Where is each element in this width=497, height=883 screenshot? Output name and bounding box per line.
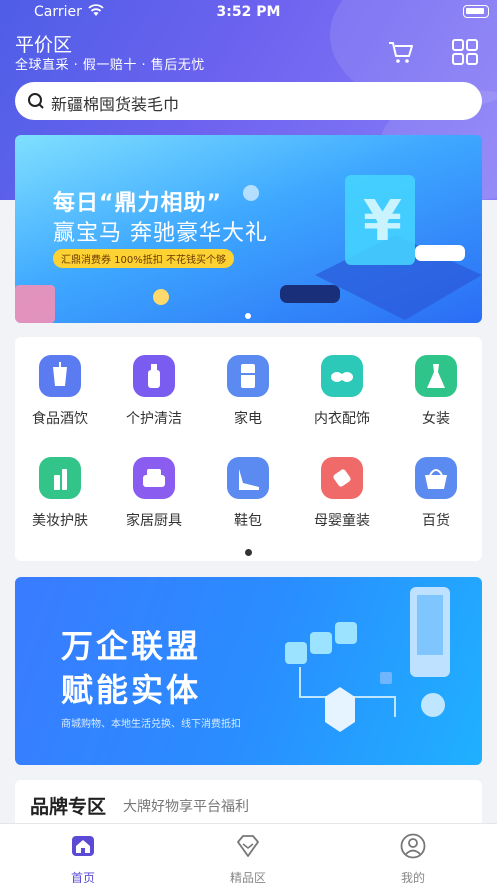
category-item-baby[interactable]: 母婴童装 — [297, 457, 387, 530]
category-item-appliance[interactable]: 家电 — [203, 355, 293, 428]
fridge-icon — [227, 355, 269, 397]
basket-icon — [415, 457, 457, 499]
tab-premium[interactable]: 精品区 — [208, 832, 288, 883]
banner-caption: 商城购物、本地生活兑换、线下消费抵扣 — [61, 719, 241, 730]
category-label: 食品酒饮 — [32, 411, 88, 427]
category-label: 内衣配饰 — [314, 411, 370, 427]
page-subtitle: 全球直采 · 假一赔十 · 售后无忧 — [15, 58, 205, 73]
cup-icon — [39, 355, 81, 397]
category-label: 女装 — [422, 411, 450, 427]
bra-icon — [321, 355, 363, 397]
heel-icon — [227, 457, 269, 499]
category-item-shoes[interactable]: 鞋包 — [203, 457, 293, 530]
banner-subtitle: 赢宝马 奔驰豪华大礼 — [53, 221, 268, 246]
lipstick-icon — [39, 457, 81, 499]
tab-home[interactable]: 首页 — [43, 832, 123, 883]
clock: 3:52 PM — [216, 4, 281, 20]
search-input[interactable]: 新疆棉囤货装毛巾 — [51, 91, 179, 115]
diamond-icon — [237, 835, 259, 857]
category-label: 美妆护肤 — [32, 513, 88, 529]
category-item-beauty[interactable]: 美妆护肤 — [15, 457, 105, 530]
pacifier-icon — [321, 457, 363, 499]
category-label: 个护清洁 — [126, 411, 182, 427]
banner-tag: 汇鼎消费券 100%抵扣 不花钱买个够 — [53, 249, 234, 268]
page-title: 平价区 — [15, 34, 73, 56]
category-label: 家电 — [234, 411, 262, 427]
cart-icon[interactable] — [386, 37, 416, 67]
page-indicator — [245, 549, 252, 556]
battery-icon — [463, 5, 489, 18]
search-icon — [28, 93, 44, 109]
category-item-home[interactable]: 家居厨具 — [109, 457, 199, 530]
status-bar: Carrier 3:52 PM — [0, 0, 497, 26]
dress-icon — [415, 355, 457, 397]
category-label: 家居厨具 — [126, 513, 182, 529]
tab-bar: 首页 精品区 我的 — [0, 823, 497, 883]
grid-menu-icon[interactable] — [450, 37, 480, 67]
category-item-care[interactable]: 个护清洁 — [109, 355, 199, 428]
category-label: 鞋包 — [234, 513, 262, 529]
tab-label: 精品区 — [229, 871, 266, 883]
tab-label: 首页 — [70, 871, 95, 883]
search-bar[interactable]: 新疆棉囤货装毛巾 — [15, 82, 482, 120]
category-item-womenswear[interactable]: 女装 — [391, 355, 481, 428]
home-icon — [72, 836, 94, 856]
category-item-food[interactable]: 食品酒饮 — [15, 355, 105, 428]
banner-title: 万企联盟 — [61, 627, 202, 665]
category-label: 母婴童装 — [314, 513, 370, 529]
category-grid: 食品酒饮 个护清洁 家电 内衣配饰 女装 美妆护肤 家居厨具 鞋包 母婴童装 百… — [15, 337, 482, 561]
alliance-banner[interactable]: 万企联盟 赋能实体 商城购物、本地生活兑换、线下消费抵扣 — [15, 577, 482, 765]
category-item-underwear[interactable]: 内衣配饰 — [297, 355, 387, 428]
category-item-general[interactable]: 百货 — [391, 457, 481, 530]
section-title: 品牌专区 — [30, 796, 107, 818]
banner-subtitle: 赋能实体 — [61, 671, 202, 709]
carousel-indicator — [245, 313, 251, 319]
category-label: 百货 — [422, 513, 450, 529]
tab-label: 我的 — [400, 871, 425, 883]
bottle-icon — [133, 355, 175, 397]
section-subtitle: 大牌好物享平台福利 — [123, 799, 249, 815]
promo-banner[interactable]: ¥ 每日“鼎力相助” 赢宝马 奔驰豪华大礼 汇鼎消费券 100%抵扣 不花钱买个… — [15, 135, 482, 323]
tab-profile[interactable]: 我的 — [373, 832, 453, 883]
banner-title: 每日“鼎力相助” — [53, 191, 222, 216]
sofa-icon — [133, 457, 175, 499]
user-icon — [400, 833, 426, 859]
svg-text:¥: ¥ — [363, 189, 402, 254]
